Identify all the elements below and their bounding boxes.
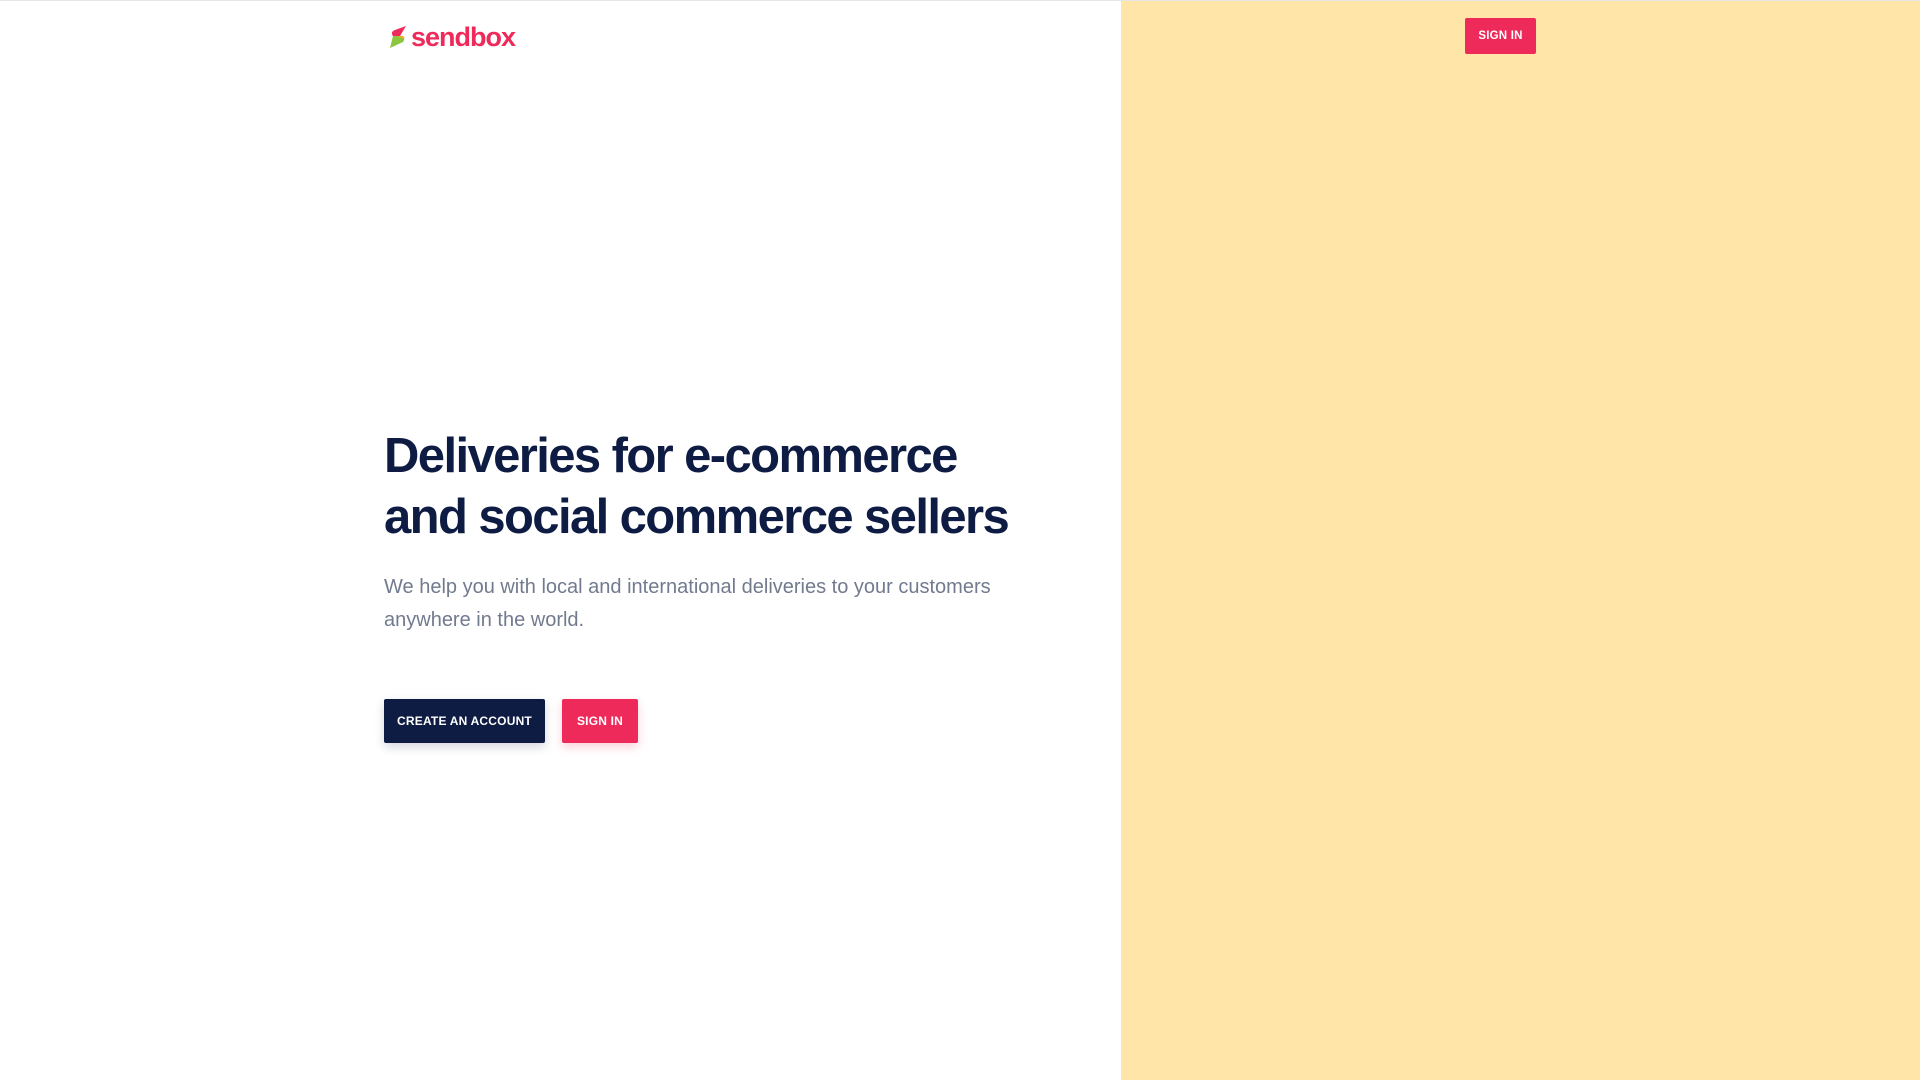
hero-title-line-1: Deliveries for e-commerce	[384, 429, 958, 483]
create-account-button[interactable]: CREATE AN ACCOUNT	[384, 699, 545, 743]
hero-section: Deliveries for e-commerce and social com…	[384, 426, 1034, 637]
header-sign-in-button[interactable]: SIGN IN	[1465, 18, 1536, 54]
logo-wordmark: sendbox	[411, 21, 516, 52]
hero-subtitle: We help you with local and international…	[384, 576, 991, 631]
logo-link[interactable]: sendbox	[388, 21, 516, 52]
hero-title-line-2: and social commerce sellers	[384, 490, 1010, 544]
landing-page: sendbox SIGN IN Deliveries for e-commerc…	[0, 0, 1920, 1080]
hero-title: Deliveries for e-commerce and social com…	[384, 426, 1034, 548]
hero-illustration-panel	[1121, 1, 1920, 1080]
hero-sign-in-button[interactable]: SIGN IN	[562, 699, 638, 743]
sendbox-s-icon	[390, 26, 406, 48]
cta-buttons: CREATE AN ACCOUNT SIGN IN	[384, 699, 638, 743]
